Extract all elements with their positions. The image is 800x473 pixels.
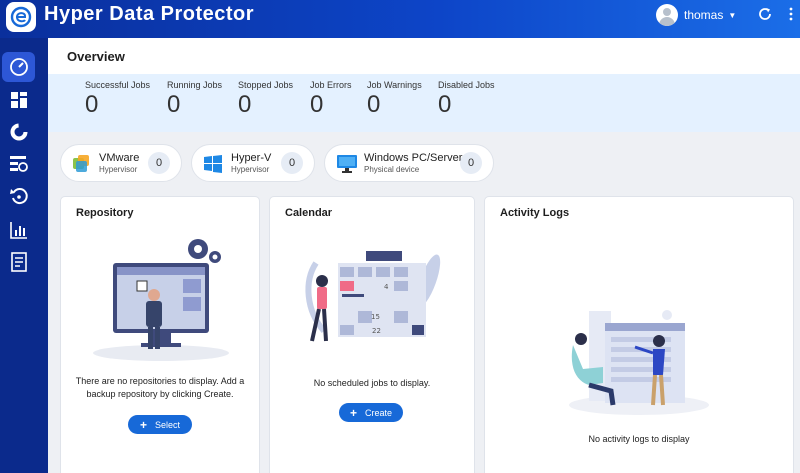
source-type: Hypervisor <box>99 165 138 174</box>
empty-message: No activity logs to display <box>588 434 690 444</box>
calendar-date-22: 22 <box>372 327 381 335</box>
calendar-card: Calendar 4 15 22 No scheduled jobs to di… <box>269 196 475 473</box>
card-title: Calendar <box>285 207 333 219</box>
button-label: Create <box>365 407 393 418</box>
overview-header: Overview <box>48 38 800 74</box>
stat-value: 0 <box>310 91 324 118</box>
stat-value: 0 <box>438 91 452 118</box>
app-logo-icon <box>6 2 36 32</box>
card-title: Activity Logs <box>500 207 570 219</box>
source-type: Physical device <box>364 165 420 174</box>
stat-label: Running Jobs <box>167 80 223 90</box>
select-button[interactable]: + Select <box>128 415 192 434</box>
log-icon <box>10 252 27 272</box>
source-name: Windows PC/Server <box>364 152 463 164</box>
stat-disabled-jobs: Disabled Jobs 0 <box>438 80 495 119</box>
stat-value: 0 <box>85 91 99 118</box>
more-icon[interactable] <box>788 6 794 22</box>
calendar-date-15: 15 <box>371 313 380 321</box>
grid-icon <box>10 92 27 108</box>
button-label: Select <box>155 419 181 430</box>
stat-value: 0 <box>367 91 381 118</box>
stat-stopped-jobs: Stopped Jobs 0 <box>238 80 293 119</box>
user-name: thomas <box>684 8 724 22</box>
chevron-down-icon: ▼ <box>728 10 737 20</box>
stat-label: Stopped Jobs <box>238 80 294 90</box>
refresh-icon[interactable] <box>757 6 773 22</box>
nav-storage[interactable] <box>2 117 35 147</box>
dashboard-icon <box>9 58 28 76</box>
top-bar: Hyper Data Protector thomas ▼ <box>0 0 800 38</box>
monitor-icon <box>337 155 357 173</box>
stat-running-jobs: Running Jobs 0 <box>167 80 222 119</box>
calendar-date-4: 4 <box>384 283 389 291</box>
nav-sources[interactable] <box>2 85 35 115</box>
jobs-icon <box>9 156 28 172</box>
stat-value: 0 <box>238 91 252 118</box>
nav-overview[interactable] <box>2 52 35 82</box>
plus-icon: + <box>349 405 357 420</box>
stat-job-errors: Job Errors 0 <box>310 80 352 119</box>
job-stats: Successful Jobs 0 Running Jobs 0 Stopped… <box>48 74 800 132</box>
bar-chart-icon <box>9 222 27 239</box>
donut-chart-icon <box>10 123 27 141</box>
activity-logs-card: Activity Logs No activity logs to displa… <box>484 196 794 473</box>
app-title: Hyper Data Protector <box>44 3 255 25</box>
windows-icon <box>204 155 222 173</box>
repository-illustration <box>93 239 229 361</box>
calendar-illustration: 4 15 22 <box>305 251 441 342</box>
activity-illustration <box>569 310 709 415</box>
repository-card: Repository There are no repositories to … <box>60 196 260 473</box>
source-type: Hypervisor <box>231 165 270 174</box>
stat-label: Job Warnings <box>367 80 422 90</box>
empty-message: There are no repositories to display. Ad… <box>75 376 245 399</box>
stat-value: 0 <box>167 91 181 118</box>
source-count-badge: 0 <box>281 152 303 174</box>
source-name: Hyper-V <box>231 152 272 164</box>
stat-successful-jobs: Successful Jobs 0 <box>85 80 150 119</box>
page-title: Overview <box>67 49 125 64</box>
create-button[interactable]: + Create <box>339 403 403 422</box>
stat-label: Disabled Jobs <box>438 80 495 90</box>
sidebar <box>0 38 48 473</box>
plus-icon: + <box>139 417 147 432</box>
nav-restore[interactable] <box>2 181 35 211</box>
vmware-icon <box>73 155 89 172</box>
source-windows-pc-server[interactable]: Windows PC/Server Physical device 0 <box>324 144 494 182</box>
source-name: VMware <box>99 152 140 164</box>
card-title: Repository <box>76 207 134 219</box>
nav-jobs[interactable] <box>2 149 35 179</box>
nav-logs[interactable] <box>2 247 35 277</box>
restore-icon <box>9 188 28 205</box>
nav-reports[interactable] <box>2 215 35 245</box>
empty-message: No scheduled jobs to display. <box>313 378 431 388</box>
source-hyper-v[interactable]: Hyper-V Hypervisor 0 <box>191 144 315 182</box>
user-menu[interactable]: thomas ▼ <box>656 3 736 27</box>
source-count-badge: 0 <box>460 152 482 174</box>
main-content: Overview Successful Jobs 0 Running Jobs … <box>48 38 800 473</box>
source-vmware[interactable]: VMware Hypervisor 0 <box>60 144 182 182</box>
stat-label: Successful Jobs <box>85 80 151 90</box>
avatar <box>656 4 678 26</box>
stat-label: Job Errors <box>310 80 352 90</box>
source-count-badge: 0 <box>148 152 170 174</box>
stat-job-warnings: Job Warnings 0 <box>367 80 422 119</box>
